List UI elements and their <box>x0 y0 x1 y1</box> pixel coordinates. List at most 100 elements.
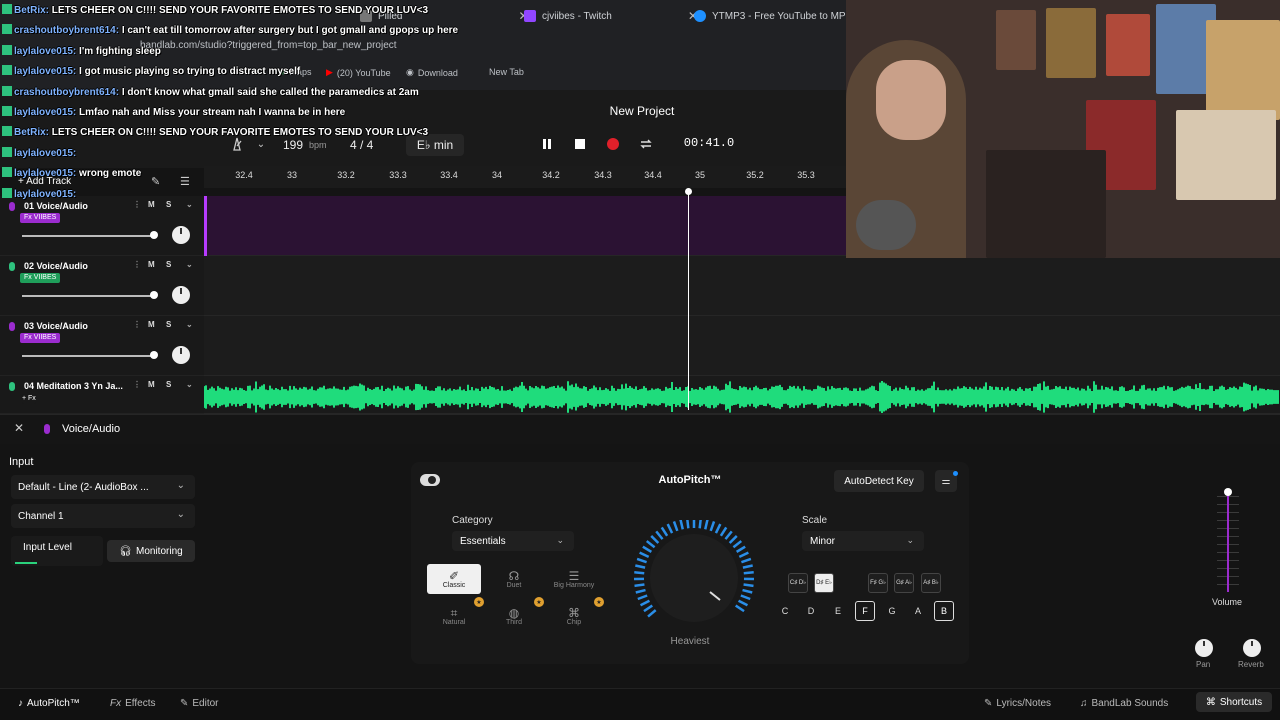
browser-tab-ytmp3[interactable]: YTMP3 - Free YouTube to MP3 ✕ <box>694 6 869 26</box>
loop-button[interactable] <box>637 136 655 152</box>
category-select[interactable]: Essentials ⌄ <box>452 531 574 551</box>
fx-chip[interactable]: Fx VIIBES <box>20 213 61 223</box>
fx-chip[interactable]: Fx VIIBES <box>20 333 61 343</box>
bookmark-youtube[interactable]: ▶ (20) YouTube <box>326 67 391 78</box>
track-pan-knob[interactable] <box>172 346 190 364</box>
lyrics-notes-button[interactable]: ✎ Lyrics/Notes <box>984 694 1051 712</box>
mute-button[interactable]: M <box>148 200 155 209</box>
mute-button[interactable]: M <box>148 320 155 329</box>
volume-fader[interactable] <box>1227 494 1229 592</box>
track-volume-slider[interactable] <box>22 295 154 297</box>
project-title[interactable]: New Project <box>580 104 704 118</box>
note-key-c[interactable]: C <box>775 601 795 621</box>
close-panel-icon[interactable]: ✕ <box>14 421 24 435</box>
shortcuts-button[interactable]: ⌘ Shortcuts <box>1196 692 1272 712</box>
metronome-icon[interactable] <box>228 136 246 152</box>
chat-badge-icon <box>2 4 12 14</box>
track-name[interactable]: 03 Voice/Audio <box>24 321 88 331</box>
reverb-knob[interactable] <box>1243 639 1261 657</box>
address-bar[interactable]: bandlab.com/studio?triggered_from=top_ba… <box>140 40 397 51</box>
note-key-g[interactable]: G <box>882 601 902 621</box>
autopitch-style-third[interactable]: ◍ Third <box>487 601 541 631</box>
timeline-ruler[interactable]: 32.4 33 33.2 33.3 33.4 34 34.2 34.3 34.4 35 35.2 35… <box>204 166 846 188</box>
chevron-down-icon[interactable]: ⌄ <box>186 260 193 269</box>
autodetect-key-button[interactable]: AutoDetect Key <box>834 470 924 492</box>
track-lane-3[interactable] <box>204 316 1280 376</box>
note-key-e[interactable]: E <box>828 601 848 621</box>
track-header-4[interactable]: 04 Meditation 3 Yn Ja... ⋮ M S ⌄ + Fx <box>0 376 204 414</box>
accidental-key[interactable]: F♯ G♭ <box>868 573 888 593</box>
record-button[interactable] <box>604 136 622 152</box>
accidental-key[interactable]: G♯ A♭ <box>894 573 914 593</box>
track-volume-slider[interactable] <box>22 235 154 237</box>
accidental-key[interactable]: C♯ D♭ <box>788 573 808 593</box>
autopitch-toggle[interactable] <box>420 474 440 486</box>
autopitch-style-chip[interactable]: ⌘ Chip <box>547 601 601 631</box>
tempo-display[interactable]: 199 bpm <box>283 136 327 154</box>
note-key-a[interactable]: A <box>908 601 928 621</box>
track-menu-icon[interactable]: ⋮ <box>133 380 141 389</box>
autopitch-style-big-harmony[interactable]: ☰ Big Harmony <box>547 564 601 594</box>
note-key-d[interactable]: D <box>801 601 821 621</box>
track-name[interactable]: 04 Meditation 3 Yn Ja... <box>24 381 123 391</box>
solo-button[interactable]: S <box>166 320 171 329</box>
track-lane-2[interactable] <box>204 256 1280 316</box>
note-key-f[interactable]: F <box>855 601 875 621</box>
chevron-down-icon[interactable]: ⌄ <box>186 200 193 209</box>
track-header-1[interactable]: 01 Voice/Audio ⋮ M S ⌄ Fx VIIBES <box>0 196 204 256</box>
dial-knob[interactable] <box>650 534 738 622</box>
track-pan-knob[interactable] <box>172 226 190 244</box>
accidental-key[interactable]: D♯ E♭ <box>814 573 834 593</box>
track-lane-4[interactable] <box>204 376 1280 414</box>
volume-fader-handle[interactable] <box>1224 488 1232 496</box>
chevron-down-icon[interactable]: ⌄ <box>186 320 193 329</box>
track-lane-1[interactable] <box>204 196 846 256</box>
track-header-2[interactable]: 02 Voice/Audio ⋮ M S ⌄ Fx VIIBES <box>0 256 204 316</box>
chevron-down-icon[interactable]: ⌄ <box>252 136 270 152</box>
input-device-select[interactable]: Default - Line (2- AudioBox ... ⌄ <box>11 475 195 499</box>
track-menu-icon[interactable]: ⋮ <box>133 320 141 329</box>
stop-button[interactable] <box>571 136 589 152</box>
settings-sliders-icon[interactable]: ☰ <box>180 175 190 188</box>
autopitch-style-duet[interactable]: ☊ Duet <box>487 564 541 594</box>
mute-button[interactable]: M <box>148 260 155 269</box>
track-name[interactable]: 02 Voice/Audio <box>24 261 88 271</box>
fx-chip[interactable]: Fx VIIBES <box>20 273 61 283</box>
pan-knob[interactable] <box>1195 639 1213 657</box>
track-header-3[interactable]: 03 Voice/Audio ⋮ M S ⌄ Fx VIIBES <box>0 316 204 376</box>
track-menu-icon[interactable]: ⋮ <box>133 200 141 209</box>
solo-button[interactable]: S <box>166 200 171 209</box>
solo-button[interactable]: S <box>166 260 171 269</box>
note-key-b[interactable]: B <box>934 601 954 621</box>
tab-autopitch[interactable]: ♪ AutoPitch™ <box>18 694 80 712</box>
accidental-key[interactable]: A♯ B♭ <box>921 573 941 593</box>
time-signature[interactable]: 4 / 4 <box>350 136 373 154</box>
pause-button[interactable] <box>538 136 556 152</box>
track-volume-handle[interactable] <box>150 231 159 239</box>
fx-chip[interactable]: + Fx <box>22 394 36 404</box>
playhead-handle[interactable] <box>685 188 692 195</box>
browser-tab-twitch[interactable]: cjviibes - Twitch ✕ <box>524 6 698 26</box>
pencil-icon[interactable]: ✎ <box>151 175 160 188</box>
monitoring-button[interactable]: 🎧︎ Monitoring <box>107 540 195 562</box>
bandlab-sounds-button[interactable]: ♫ BandLab Sounds <box>1080 694 1168 712</box>
tab-effects[interactable]: Fx Effects <box>110 694 156 712</box>
scale-select[interactable]: Minor ⌄ <box>802 531 924 551</box>
autopitch-style-natural[interactable]: ⌗ Natural <box>427 601 481 631</box>
solo-button[interactable]: S <box>166 380 171 389</box>
track-pan-knob[interactable] <box>172 286 190 304</box>
track-menu-icon[interactable]: ⋮ <box>133 260 141 269</box>
track-name[interactable]: 01 Voice/Audio <box>24 201 88 211</box>
tab-editor[interactable]: ✎ Editor <box>180 694 219 712</box>
autopitch-dial[interactable] <box>632 520 756 624</box>
autopitch-style-classic[interactable]: ✐ Classic <box>427 564 481 594</box>
track-volume-slider[interactable] <box>22 355 154 357</box>
bookmark-download[interactable]: ◉ Download <box>406 67 458 78</box>
track-volume-handle[interactable] <box>150 291 159 299</box>
channel-select[interactable]: Channel 1 ⌄ <box>11 504 195 528</box>
mute-button[interactable]: M <box>148 380 155 389</box>
track-volume-handle[interactable] <box>150 351 159 359</box>
bookmark-new-tab[interactable]: New Tab <box>489 67 524 77</box>
chevron-down-icon[interactable]: ⌄ <box>186 380 193 389</box>
playhead[interactable] <box>688 190 689 410</box>
